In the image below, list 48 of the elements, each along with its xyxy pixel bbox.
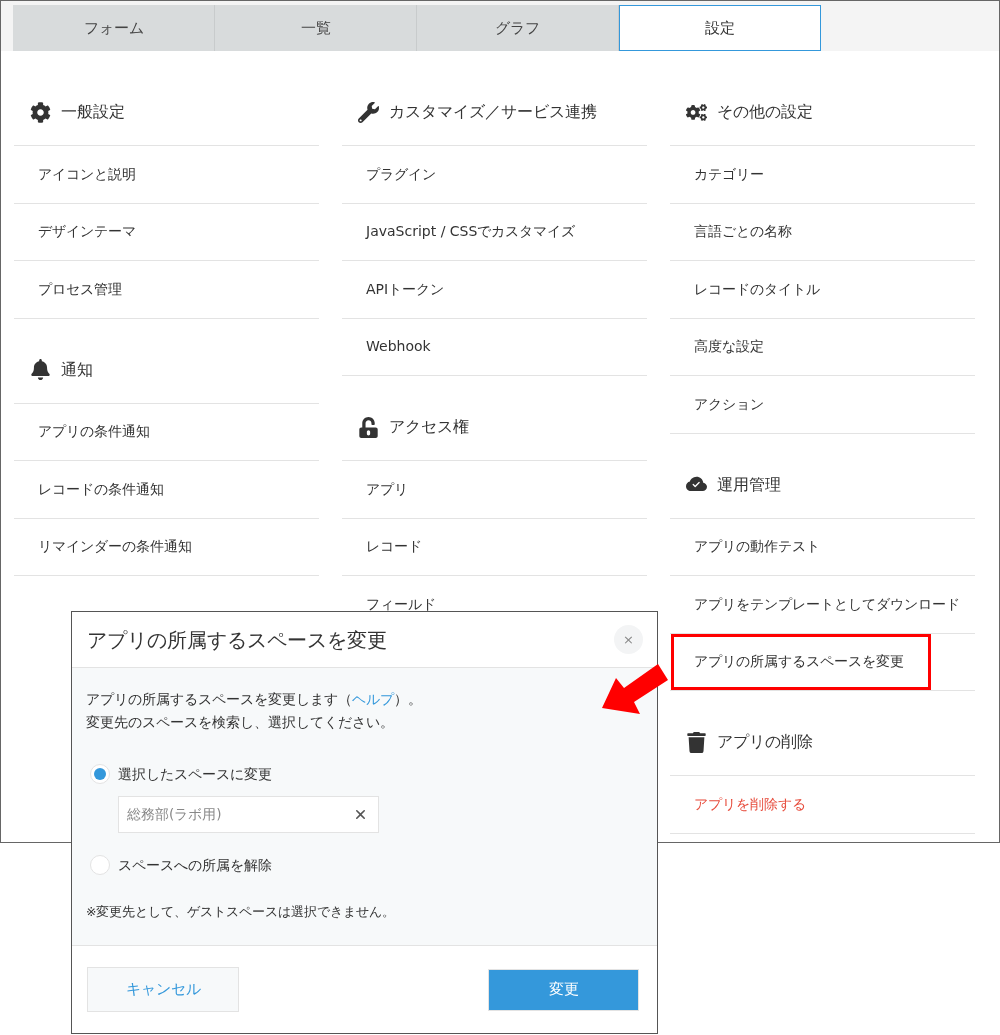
gears-icon — [686, 101, 707, 123]
dialog-description: アプリの所属するスペースを変更します（ヘルプ）。 — [86, 690, 423, 709]
section-heading: 運用管理 — [717, 473, 781, 496]
gear-icon — [30, 101, 51, 123]
settings-link[interactable]: 言語ごとの名称 — [694, 221, 792, 243]
tab[interactable]: 一覧 — [215, 5, 417, 51]
settings-link[interactable]: アプリ — [366, 478, 408, 500]
settings-link[interactable]: プロセス管理 — [38, 278, 122, 300]
settings-link[interactable]: JavaScript / CSSでカスタマイズ — [366, 221, 576, 243]
settings-link[interactable]: アプリの動作テスト — [694, 536, 820, 558]
section-heading: アプリの削除 — [717, 731, 813, 753]
tab[interactable]: 設定 — [619, 5, 821, 51]
section-heading: カスタマイズ／サービス連携 — [389, 101, 597, 123]
tab[interactable]: フォーム — [13, 5, 215, 51]
radio-label: スペースへの所属を解除 — [118, 855, 272, 875]
radio-button[interactable] — [90, 855, 110, 875]
settings-link[interactable]: 高度な設定 — [694, 336, 764, 358]
settings-link[interactable]: リマインダーの条件通知 — [38, 536, 192, 558]
section-heading: その他の設定 — [717, 101, 813, 123]
settings-link[interactable]: デザインテーマ — [38, 221, 136, 243]
settings-link[interactable]: プラグイン — [366, 163, 436, 185]
wrench-icon — [358, 101, 379, 123]
section-heading: 一般設定 — [61, 101, 125, 123]
section-heading: 通知 — [61, 358, 93, 381]
trash-icon — [686, 731, 707, 753]
space-search-field[interactable]: 総務部(ラボ用) — [118, 796, 379, 833]
settings-link[interactable]: アプリを削除する — [694, 793, 806, 815]
radio-label: 選択したスペースに変更 — [118, 764, 272, 784]
settings-link[interactable]: フィールド — [366, 593, 436, 615]
settings-link[interactable]: レコードのタイトル — [694, 278, 820, 300]
dialog-title: アプリの所属するスペースを変更 — [87, 626, 387, 654]
settings-link[interactable]: APIトークン — [366, 278, 445, 300]
settings-link[interactable]: Webhook — [366, 336, 431, 358]
settings-link[interactable]: アプリの所属するスペースを変更 — [694, 651, 904, 673]
settings-link[interactable]: アイコンと説明 — [38, 163, 136, 185]
settings-link[interactable]: アプリをテンプレートとしてダウンロード — [694, 593, 960, 615]
bell-icon — [30, 359, 51, 380]
dialog-note: ※変更先として、ゲストスペースは選択できません。 — [86, 903, 397, 921]
settings-link[interactable]: アプリの条件通知 — [38, 421, 150, 443]
tab[interactable]: グラフ — [417, 5, 619, 51]
unlocked-padlock-icon — [358, 416, 379, 438]
settings-link[interactable]: アクション — [694, 393, 764, 415]
settings-link[interactable]: カテゴリー — [694, 163, 764, 185]
settings-link[interactable]: レコード — [366, 536, 422, 558]
radio-button[interactable] — [90, 764, 110, 784]
dialog-instruction: 変更先のスペースを検索し、選択してください。 — [86, 713, 395, 732]
settings-link[interactable]: レコードの条件通知 — [38, 478, 164, 500]
section-heading: アクセス権 — [389, 416, 469, 438]
